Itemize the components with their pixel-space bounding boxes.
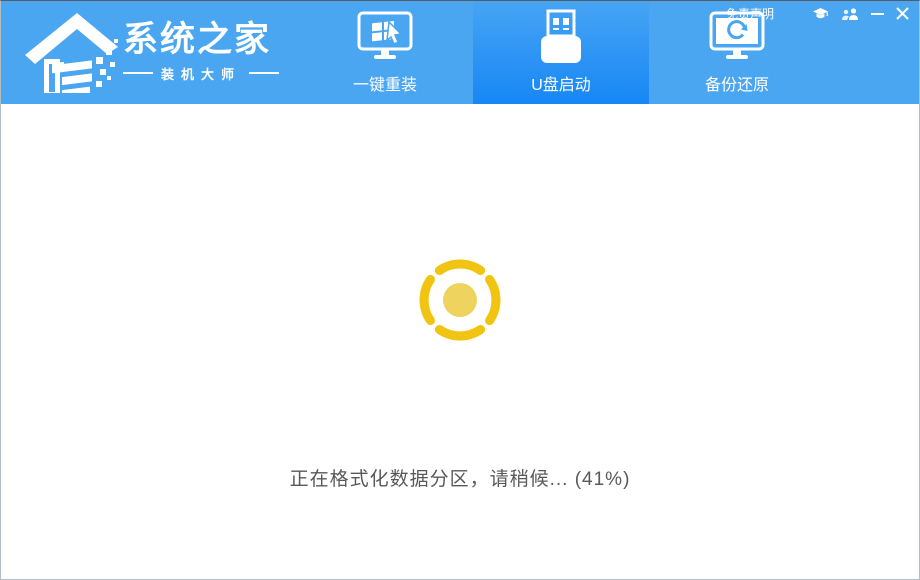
tab-label: 备份还原 — [704, 77, 769, 94]
disclaimer-link[interactable]: 免责声明 — [726, 5, 774, 22]
tab-usb-boot[interactable]: U盘启动 — [473, 1, 649, 104]
usb-drive-icon — [538, 7, 584, 67]
app-logo: 系统之家 装机大师 — [21, 9, 280, 93]
users-icon[interactable] — [841, 7, 859, 21]
house-pixels-logo-icon — [25, 13, 118, 93]
tab-onekey-reinstall[interactable]: 一键重装 — [297, 1, 473, 104]
loading-spinner-icon — [419, 259, 501, 341]
minimize-icon[interactable] — [871, 7, 884, 20]
content-area: 正在格式化数据分区，请稍候... (41%) — [1, 104, 919, 579]
status-message: 正在格式化数据分区，请稍候... (41%) — [289, 469, 631, 490]
brand-subtitle-label: 装机大师 — [161, 66, 242, 82]
brand-subtitle: 装机大师 — [123, 64, 280, 83]
subtitle-dash-left — [123, 72, 153, 74]
subtitle-dash-right — [249, 72, 280, 74]
close-icon[interactable] — [896, 7, 909, 20]
app-window: 系统之家 装机大师 一键重装 U盘启动 备份还原 免责声明 正在格式化数据分区，… — [0, 0, 920, 580]
tab-label: U盘启动 — [531, 77, 591, 94]
tab-label: 一键重装 — [352, 77, 417, 94]
brand-text: 系统之家 装机大师 — [123, 19, 280, 83]
header: 系统之家 装机大师 一键重装 U盘启动 备份还原 免责声明 — [1, 1, 919, 104]
graduation-cap-icon[interactable] — [812, 7, 829, 21]
monitor-windows-cursor-icon — [356, 7, 414, 67]
titlebar-controls: 免责声明 — [726, 5, 909, 22]
brand-name: 系统之家 — [123, 19, 272, 59]
